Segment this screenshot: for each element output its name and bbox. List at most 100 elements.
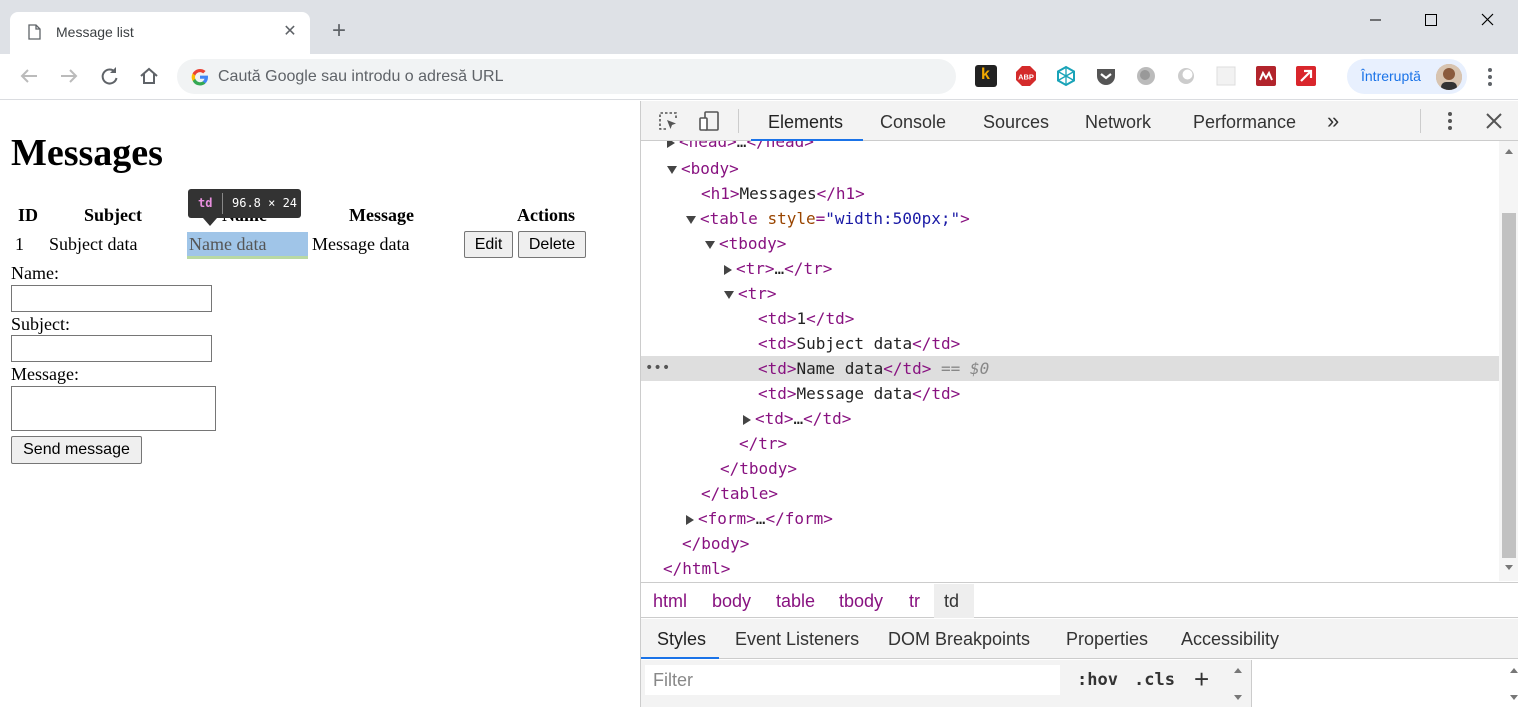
inspect-element-icon[interactable] xyxy=(657,110,679,132)
crumb-tbody[interactable]: tbody xyxy=(839,591,883,612)
message-textarea[interactable] xyxy=(11,386,216,431)
dom-node-h1[interactable]: <h1>Messages</h1> xyxy=(641,181,1499,206)
computed-pane xyxy=(1251,660,1518,707)
k-extension-icon[interactable]: k xyxy=(975,65,997,87)
tab-console[interactable]: Console xyxy=(880,112,946,133)
toolbar-divider xyxy=(1420,109,1421,133)
forward-icon[interactable] xyxy=(55,62,83,90)
scroll-thumb[interactable] xyxy=(1502,213,1516,558)
tab-close-icon[interactable]: ✕ xyxy=(280,22,300,42)
dom-node-table[interactable]: <table style="width:500px;"> xyxy=(641,206,1499,231)
scroll-down-icon[interactable] xyxy=(1504,564,1514,572)
grey-circle-icon[interactable] xyxy=(1135,65,1157,87)
browser-titlebar: Message list ✕ + xyxy=(0,0,1518,54)
dom-node-tbody-close[interactable]: </tbody> xyxy=(641,456,1499,481)
dom-node-td-subject[interactable]: <td>Subject data</td> xyxy=(641,331,1499,356)
blank-extension-icon[interactable] xyxy=(1215,65,1237,87)
dom-node-body[interactable]: <body> xyxy=(641,156,1499,181)
dom-node-td-id[interactable]: <td>1</td> xyxy=(641,306,1499,331)
dom-node-td-name-selected[interactable]: ••• <td>Name data</td> == $0 xyxy=(641,356,1499,381)
hov-toggle-button[interactable]: :hov xyxy=(1077,670,1118,690)
pocket-icon[interactable] xyxy=(1095,65,1117,87)
dom-node-head[interactable]: <head>…</head> xyxy=(641,141,1499,154)
tooltip-arrow xyxy=(203,218,217,226)
dom-node-table-close[interactable]: </table> xyxy=(641,481,1499,506)
tooltip-size: 96.8 × 24 xyxy=(232,196,298,210)
name-field[interactable] xyxy=(11,285,212,312)
tab-properties[interactable]: Properties xyxy=(1066,629,1148,650)
google-icon xyxy=(191,68,208,86)
tab-event-listeners[interactable]: Event Listeners xyxy=(735,629,859,650)
tab-title: Message list xyxy=(56,24,134,40)
selected-marker: == $0 xyxy=(941,359,990,378)
arrow-extension-icon[interactable] xyxy=(1295,65,1317,87)
close-devtools-icon[interactable] xyxy=(1483,110,1505,132)
close-window-icon[interactable] xyxy=(1464,6,1510,34)
profile-button[interactable]: Întreruptă xyxy=(1347,59,1467,94)
dom-tree[interactable]: <head>…</head> <body> <h1>Messages</h1> … xyxy=(641,141,1499,581)
styles-filter-input[interactable]: Filter xyxy=(645,665,1060,695)
toolbar-divider xyxy=(738,109,739,133)
cell-id: 1 xyxy=(15,234,24,254)
devtools-tabbar: Elements Console Sources Network Perform… xyxy=(641,101,1518,141)
crumb-body[interactable]: body xyxy=(712,591,751,612)
send-message-button[interactable]: Send message xyxy=(11,436,142,464)
header-id: ID xyxy=(18,205,39,225)
crumb-table[interactable]: table xyxy=(776,591,815,612)
home-icon[interactable] xyxy=(135,62,163,90)
devtools-menu-icon[interactable] xyxy=(1439,110,1461,132)
breadcrumb: html body table tbody tr td xyxy=(641,582,1518,618)
more-tabs-icon[interactable]: » xyxy=(1327,108,1339,134)
tab-dom-breakpoints[interactable]: DOM Breakpoints xyxy=(888,629,1030,650)
maximize-icon[interactable] xyxy=(1408,6,1454,34)
tab-performance[interactable]: Performance xyxy=(1193,112,1296,133)
dom-node-td-actions[interactable]: <td>…</td> xyxy=(641,406,1499,431)
name-label: Name: xyxy=(11,263,59,283)
dom-node-tr-2[interactable]: <tr> xyxy=(641,281,1499,306)
dom-node-tbody[interactable]: <tbody> xyxy=(641,231,1499,256)
dom-node-td-message[interactable]: <td>Message data</td> xyxy=(641,381,1499,406)
edit-button[interactable]: Edit xyxy=(464,231,513,258)
chrome-menu-icon[interactable] xyxy=(1480,64,1500,90)
page-content: Messages ID Subject Name Message Actions… xyxy=(0,101,640,707)
subject-field[interactable] xyxy=(11,335,212,362)
devtools-panel: Elements Console Sources Network Perform… xyxy=(640,101,1518,707)
node-actions-dots[interactable]: ••• xyxy=(645,356,670,381)
reload-icon[interactable] xyxy=(95,62,123,90)
filter-placeholder: Filter xyxy=(653,670,693,690)
new-tab-button[interactable]: + xyxy=(326,19,352,45)
browser-tab[interactable]: Message list ✕ xyxy=(10,12,310,54)
scroll-up-icon[interactable] xyxy=(1504,147,1514,155)
network-extension-icon[interactable] xyxy=(1055,65,1077,87)
dom-scrollbar[interactable] xyxy=(1499,141,1518,581)
dom-node-tr-1[interactable]: <tr>…</tr> xyxy=(641,256,1499,281)
tab-accessibility[interactable]: Accessibility xyxy=(1181,629,1279,650)
cls-toggle-button[interactable]: .cls xyxy=(1134,670,1175,690)
mendeley-icon[interactable] xyxy=(1255,65,1277,87)
computed-scroll-icon[interactable] xyxy=(1509,666,1518,702)
dom-node-form[interactable]: <form>…</form> xyxy=(641,506,1499,531)
new-style-rule-button[interactable]: + xyxy=(1194,664,1209,695)
circle-extension-icon[interactable] xyxy=(1175,65,1197,87)
styles-scroll-icon[interactable] xyxy=(1233,666,1243,702)
minimize-icon[interactable] xyxy=(1352,6,1398,34)
dom-node-html-close[interactable]: </html> xyxy=(641,556,1499,581)
tab-elements[interactable]: Elements xyxy=(768,112,843,133)
cell-subject: Subject data xyxy=(49,234,138,254)
dom-node-tr-close[interactable]: </tr> xyxy=(641,431,1499,456)
crumb-td[interactable]: td xyxy=(944,591,959,612)
adblock-plus-icon[interactable]: ABP xyxy=(1015,65,1037,87)
cell-message: Message data xyxy=(312,234,410,254)
tab-styles[interactable]: Styles xyxy=(657,629,706,650)
address-bar[interactable]: Caută Google sau introdu o adresă URL xyxy=(177,59,956,94)
subject-label: Subject: xyxy=(11,314,70,334)
delete-button[interactable]: Delete xyxy=(518,231,586,258)
crumb-html[interactable]: html xyxy=(653,591,687,612)
back-icon[interactable] xyxy=(15,62,43,90)
crumb-tr[interactable]: tr xyxy=(909,591,920,612)
device-toolbar-icon[interactable] xyxy=(698,110,720,132)
tooltip-tag: td xyxy=(198,196,213,210)
tab-network[interactable]: Network xyxy=(1085,112,1151,133)
dom-node-body-close[interactable]: </body> xyxy=(641,531,1499,556)
tab-sources[interactable]: Sources xyxy=(983,112,1049,133)
